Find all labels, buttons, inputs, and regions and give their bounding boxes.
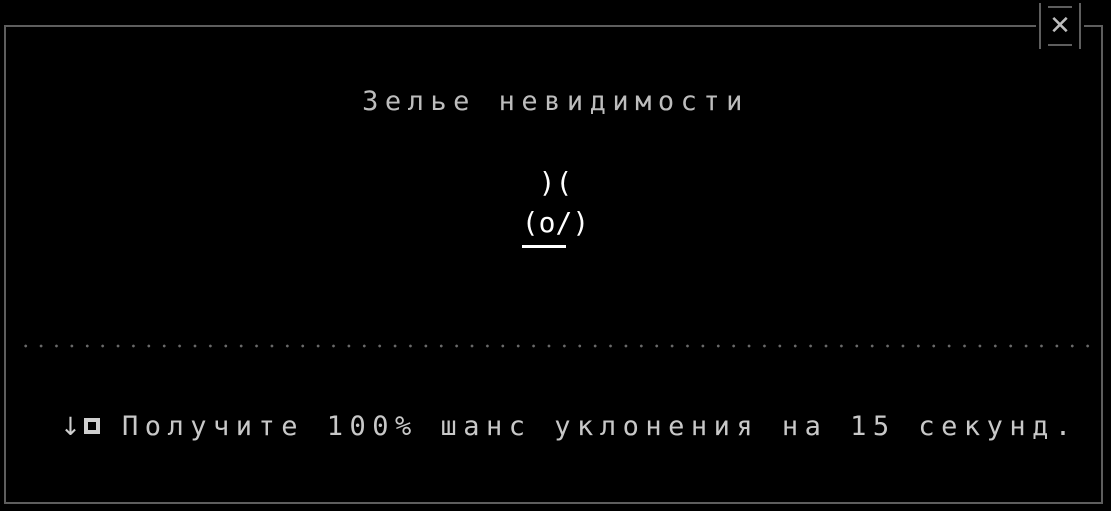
down-arrow-icon: ↓: [60, 411, 81, 441]
item-title: Зелье невидимости: [362, 86, 749, 117]
effect-description-row: ↓ Получите 100% шанс уклонения на 15 сек…: [60, 406, 1078, 446]
stat-box-icon: [83, 418, 100, 434]
close-icon: ✕: [1049, 11, 1071, 41]
close-button-frame-top: [1048, 6, 1072, 8]
potion-art-line-1: )(: [538, 166, 573, 199]
close-button-frame-bottom: [1048, 44, 1072, 46]
effect-description: Получите 100% шанс уклонения на 15 секун…: [121, 410, 1078, 442]
potion-art-line-2: (o/): [521, 206, 590, 239]
dotted-divider: [18, 344, 1093, 348]
potion-art-base: [522, 245, 566, 248]
close-button[interactable]: ✕: [1036, 3, 1084, 49]
